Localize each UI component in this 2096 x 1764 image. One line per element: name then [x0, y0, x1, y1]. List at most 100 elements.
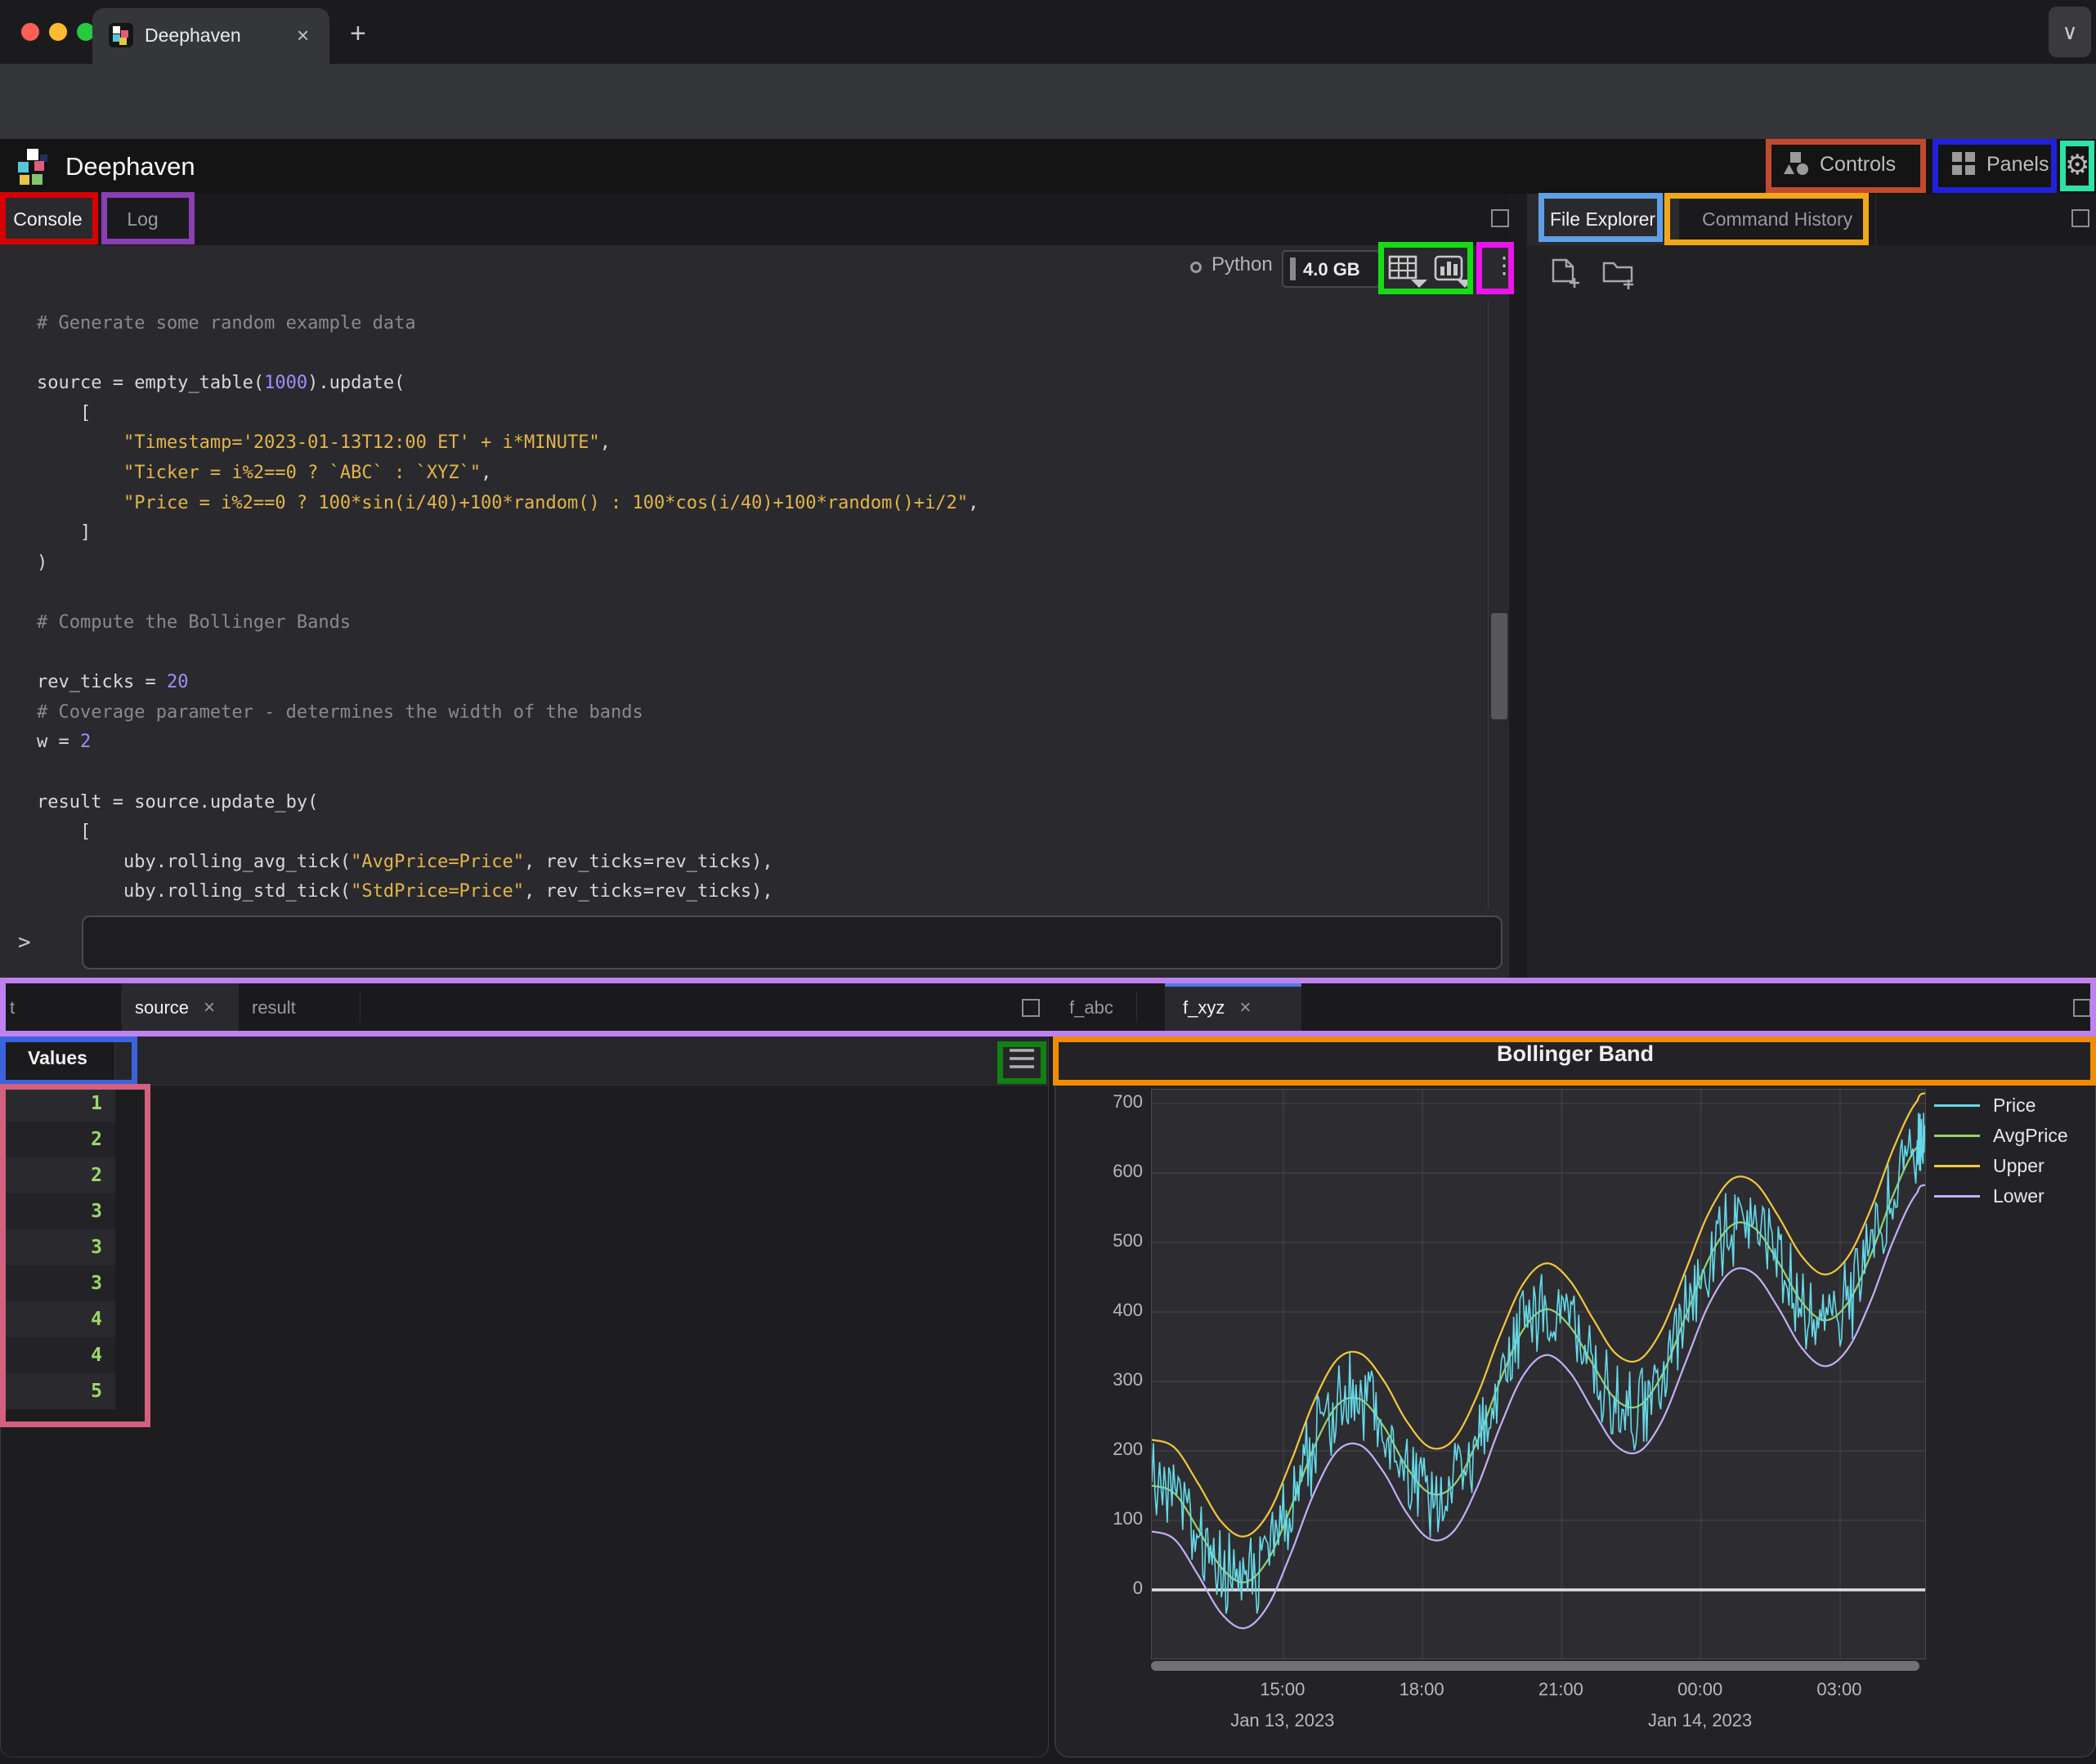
console-tabbar: Console Log [0, 194, 1509, 245]
tab-f-xyz-close-icon[interactable]: × [1239, 996, 1251, 1019]
table-row[interactable]: 3 [1, 1265, 115, 1301]
tab-source[interactable]: source× [122, 983, 239, 1032]
table-row[interactable]: 5 [1, 1373, 115, 1409]
code-line [37, 578, 1486, 608]
tab-search-chevron-icon[interactable]: ∨ [2049, 7, 2091, 57]
table-row[interactable]: 2 [1, 1157, 115, 1193]
legend-swatch [1934, 1195, 1980, 1198]
tab-command-history[interactable]: Command History [1679, 194, 1876, 245]
code-line: source = empty_table(1000).update( [37, 369, 1486, 399]
table-panel: Values 122333445 [0, 1032, 1049, 1757]
legend-swatch [1934, 1104, 1980, 1107]
new-tab-icon[interactable]: + [350, 18, 366, 50]
close-window-button[interactable] [21, 23, 39, 41]
legend-item-upper[interactable]: Upper [1934, 1151, 2068, 1181]
open-chart-dropdown-icon[interactable] [1434, 255, 1476, 292]
tab-file-explorer[interactable]: File Explorer [1527, 194, 1679, 245]
file-explorer-panel [1527, 245, 2096, 983]
series-avgprice-line [1152, 1139, 1925, 1582]
deephaven-logo [18, 149, 54, 186]
y-tick-label: 300 [1091, 1369, 1143, 1390]
open-table-dropdown-icon[interactable] [1388, 255, 1431, 292]
code-line: # Compute the Bollinger Bands [37, 608, 1486, 638]
console-kebab-icon[interactable]: ⋮ [1493, 252, 1516, 279]
new-folder-icon[interactable] [1601, 257, 1638, 297]
y-tick-label: 200 [1091, 1439, 1143, 1460]
tab-result[interactable]: result [239, 983, 360, 1032]
legend-label: AvgPrice [1993, 1125, 2068, 1147]
session-language: Python [1211, 253, 1273, 276]
screen: Deephaven × + ∨ ← → ↻ ⓘ localhost:10000/… [0, 0, 2096, 1764]
settings-gear-icon[interactable]: ⚙ [2065, 149, 2089, 181]
explorer-maximize-icon[interactable] [2071, 209, 2089, 227]
x-tick-label: 18:00 [1400, 1679, 1444, 1700]
minimize-window-button[interactable] [49, 23, 67, 41]
console-panel: Python 4.0 GB ⋮ # Generate some random e… [0, 245, 1509, 983]
y-tick-label: 600 [1091, 1161, 1143, 1182]
browser-tab[interactable]: Deephaven × [92, 8, 329, 64]
controls-button[interactable]: Controls [1782, 150, 1896, 185]
code-line: ] [37, 518, 1486, 548]
tab-t[interactable]: t [0, 983, 121, 1032]
chart-title: Bollinger Band [1055, 1041, 2096, 1067]
y-tick-label: 400 [1091, 1300, 1143, 1321]
tab-log[interactable]: Log [96, 194, 190, 245]
chart-horizontal-scrollbar[interactable] [1151, 1661, 1919, 1671]
code-line: w = 2 [37, 728, 1486, 758]
code-line [37, 638, 1486, 669]
active-tab-indicator [1165, 983, 1301, 987]
editor-scrollbar-thumb[interactable] [1491, 613, 1507, 719]
memory-usage-value: 4.0 GB [1303, 259, 1360, 280]
column-header-values[interactable]: Values [1, 1032, 115, 1085]
code-editor[interactable]: # Generate some random example data sour… [0, 301, 1486, 909]
table-row[interactable]: 4 [1, 1337, 115, 1373]
table-row[interactable]: 3 [1, 1193, 115, 1229]
table-row[interactable]: 2 [1, 1122, 115, 1157]
tab-f-xyz[interactable]: f_xyz× [1165, 983, 1301, 1032]
legend-label: Price [1993, 1095, 2036, 1117]
tab-source-close-icon[interactable]: × [204, 996, 215, 1019]
table-pane-maximize-icon[interactable] [1022, 999, 1040, 1017]
code-line: "Ticker = i%2==0 ? `ABC` : `XYZ`", [37, 459, 1486, 489]
table-row[interactable]: 4 [1, 1301, 115, 1337]
new-file-icon[interactable] [1548, 257, 1581, 297]
panels-button[interactable]: Panels [1950, 150, 2049, 185]
code-line: # Coverage parameter - determines the wi… [37, 698, 1486, 728]
app-title: Deephaven [65, 152, 195, 181]
console-input[interactable] [82, 916, 1503, 969]
legend-item-avgprice[interactable]: AvgPrice [1934, 1121, 2068, 1151]
code-line: "Price = i%2==0 ? 100*sin(i/40)+100*rand… [37, 489, 1486, 519]
console-input-row: > [0, 909, 1509, 983]
series-price-line [1152, 1113, 1925, 1614]
legend-item-lower[interactable]: Lower [1934, 1181, 2068, 1211]
console-maximize-icon[interactable] [1491, 209, 1509, 227]
code-line [37, 339, 1486, 369]
table-row[interactable]: 1 [1, 1086, 115, 1122]
legend-label: Upper [1993, 1155, 2044, 1177]
editor-scrollbar-track[interactable] [1488, 301, 1509, 909]
browser-tab-strip: Deephaven × + ∨ [0, 0, 2096, 64]
legend-item-price[interactable]: Price [1934, 1090, 2068, 1121]
controls-shapes-icon [1782, 150, 1810, 177]
browser-tab-title: Deephaven [145, 25, 241, 47]
series-lower-line [1152, 1184, 1925, 1628]
code-line: ) [37, 548, 1486, 579]
x-tick-label: 03:00 [1816, 1679, 1861, 1700]
chart-pane-maximize-icon[interactable] [2073, 999, 2091, 1017]
chart-svg [1152, 1090, 1925, 1659]
chart-legend[interactable]: Price AvgPrice Upper Lower [1934, 1090, 2068, 1211]
bottom-tabbar: t source× result f_abc f_xyz× [0, 983, 2096, 1032]
tab-f-abc[interactable]: f_abc [1056, 983, 1136, 1032]
tab-console[interactable]: Console [0, 194, 96, 245]
y-tick-label: 100 [1091, 1508, 1143, 1529]
table-menu-hamburger-icon[interactable] [1008, 1048, 1036, 1073]
tab-close-icon[interactable]: × [297, 23, 309, 48]
code-line: uby.rolling_std_tick("StdPrice=Price", r… [37, 877, 1486, 907]
table-row[interactable]: 3 [1, 1229, 115, 1265]
x-date-label: Jan 13, 2023 [1230, 1710, 1334, 1731]
x-tick-label: 21:00 [1538, 1679, 1583, 1700]
memory-usage-widget: 4.0 GB [1282, 250, 1380, 288]
chart-plot-area[interactable] [1151, 1089, 1926, 1659]
deephaven-favicon [109, 23, 133, 47]
console-prompt: > [18, 930, 31, 955]
